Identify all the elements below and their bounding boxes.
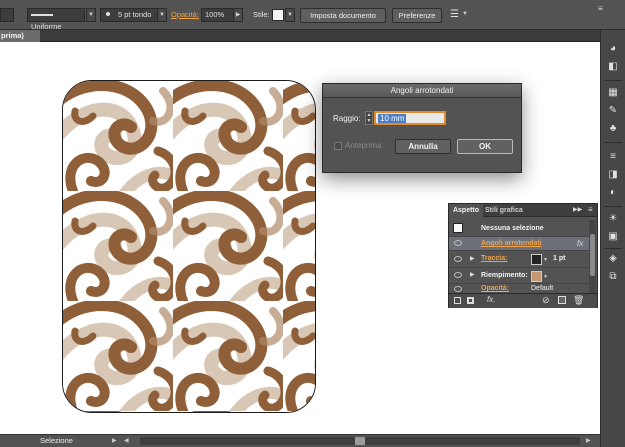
brushes-icon[interactable]: ✎ — [606, 104, 620, 118]
horizontal-scrollbar[interactable] — [140, 437, 580, 445]
expand-triangle-icon[interactable]: ▶ — [470, 271, 475, 278]
radius-stepper[interactable]: ▲ ▼ — [365, 111, 373, 125]
stroke-swatch[interactable] — [531, 254, 542, 265]
visibility-eye-icon[interactable] — [454, 286, 462, 292]
panel-menu-icon[interactable]: ≡ — [598, 4, 603, 13]
selection-thumbnail — [453, 223, 463, 233]
appearance-row-opacity[interactable]: Opacità: Default — [449, 284, 589, 293]
fill-swatch-chevron-icon[interactable]: ▼ — [543, 274, 548, 280]
visibility-eye-icon[interactable] — [454, 256, 462, 262]
color-panel-icon[interactable]: ◕ — [606, 42, 620, 56]
stroke-weight-value: 1 pt — [553, 255, 566, 262]
tab-aspetto[interactable]: Aspetto — [449, 204, 483, 217]
stroke-profile-dropdown[interactable]: Uniforme — [27, 8, 85, 31]
stroke-profile-chevron-icon[interactable]: ▼ — [86, 8, 96, 22]
dock-divider — [604, 206, 622, 207]
arrange-documents-icon[interactable]: ☰ — [450, 9, 459, 20]
dock-divider — [604, 142, 622, 143]
cancel-button[interactable]: Annulla — [395, 139, 451, 154]
preview-label[interactable]: Anteprima — [345, 141, 381, 150]
arrange-chevron-icon[interactable]: ▼ — [462, 11, 468, 17]
document-tab[interactable]: prima) — [0, 30, 40, 42]
transparency-icon[interactable]: ◐ — [606, 186, 620, 200]
dock-divider — [604, 80, 622, 81]
swirl-pattern — [63, 81, 315, 412]
style-swatch[interactable] — [272, 9, 284, 21]
appearance-header-row: Nessuna selezione — [449, 220, 589, 237]
style-chevron-icon[interactable]: ▼ — [285, 8, 295, 22]
symbols-icon[interactable]: ♣ — [606, 122, 620, 136]
tab-stili-grafica[interactable]: Stili grafica — [485, 204, 523, 217]
stroke-link[interactable]: Traccia: — [481, 252, 507, 266]
add-effect-icon[interactable]: fx. — [487, 295, 495, 304]
radius-value: 10 mm — [378, 114, 407, 123]
stroke-line-icon — [31, 14, 53, 17]
effect-link[interactable]: Angoli arrotondati — [481, 237, 542, 251]
rounded-rectangle-artwork[interactable] — [62, 80, 316, 413]
appearance-row-effect[interactable]: Angoli arrotondati fx — [449, 237, 589, 251]
new-stroke-icon[interactable] — [467, 297, 474, 304]
swatches-icon[interactable]: ▦ — [606, 86, 620, 100]
brush-value: 5 pt tondo — [118, 10, 152, 19]
brush-dot-icon — [106, 12, 110, 16]
brush-chevron-icon[interactable]: ▼ — [157, 8, 167, 22]
right-panel-dock: ◕ ◧ ▦ ✎ ♣ ≡ ◨ ◐ ☀ ▣ ◈ ⧉ — [600, 30, 625, 447]
status-chevron-icon[interactable]: ▶ — [112, 437, 117, 444]
opacity-link[interactable]: Opacità: — [481, 284, 509, 293]
graphic-styles-icon[interactable]: ▣ — [606, 230, 620, 244]
radius-input[interactable]: 10 mm — [374, 111, 446, 125]
radius-label: Raggio: — [333, 114, 361, 123]
dock-divider — [604, 248, 622, 249]
visibility-eye-icon[interactable] — [454, 240, 462, 246]
appearance-row-stroke[interactable]: ▶ Traccia: ▼ 1 pt — [449, 251, 589, 268]
appearance-icon[interactable]: ☀ — [606, 212, 620, 226]
document-setup-button[interactable]: Imposta documento — [300, 8, 386, 23]
collapse-panel-icon[interactable]: ▶▶ — [573, 206, 582, 213]
stroke-swatch[interactable] — [0, 8, 14, 22]
artboards-icon[interactable]: ⧉ — [606, 270, 620, 284]
style-label: Stile: — [253, 10, 270, 19]
current-tool-label: Selezione — [40, 436, 73, 445]
document-tab-bar — [0, 30, 600, 42]
stroke-panel-icon[interactable]: ≡ — [606, 150, 620, 164]
clear-appearance-icon[interactable]: ⊘ — [542, 295, 550, 306]
visibility-eye-icon[interactable] — [454, 272, 462, 278]
scrollbar-thumb[interactable] — [355, 437, 365, 445]
stroke-swatch-chevron-icon[interactable]: ▼ — [543, 257, 548, 263]
duplicate-item-icon[interactable] — [558, 296, 566, 304]
selection-status: Nessuna selezione — [481, 225, 544, 232]
status-bar: ▶ ◀ ▶ — [0, 434, 600, 447]
appearance-row-fill[interactable]: ▶ Riempimento: ▼ — [449, 268, 589, 284]
fill-label: Riempimento: — [481, 272, 528, 279]
dialog-title: Angoli arrotondati — [323, 84, 521, 98]
preview-checkbox[interactable] — [334, 142, 342, 150]
new-art-icon[interactable] — [454, 297, 461, 304]
preferences-button[interactable]: Preferenze — [392, 8, 442, 23]
opacity-value: Default — [531, 285, 554, 292]
opacity-chevron-icon[interactable]: ▶ — [233, 8, 243, 22]
delete-icon[interactable]: 🗑 — [573, 295, 584, 306]
panel-menu-icon[interactable]: ≡ — [588, 205, 593, 214]
panel-scrollbar[interactable] — [589, 220, 596, 293]
gradient-icon[interactable]: ◨ — [606, 168, 620, 182]
expand-triangle-icon[interactable]: ▶ — [470, 255, 475, 262]
fill-swatch[interactable] — [531, 271, 542, 282]
rounded-corners-dialog: Angoli arrotondati Raggio: ▲ ▼ 10 mm Ante… — [322, 83, 522, 173]
panel-bottom-toolbar: fx. ⊘ 🗑 — [449, 293, 597, 308]
ok-button[interactable]: OK — [457, 139, 513, 154]
prev-artboard-icon[interactable]: ◀ — [124, 437, 129, 444]
scrollbar-thumb[interactable] — [590, 234, 595, 276]
color-guide-icon[interactable]: ◧ — [606, 60, 620, 74]
appearance-panel: Aspetto Stili grafica ▶▶ ≡ Nessuna selez… — [448, 203, 598, 308]
scroll-right-icon[interactable]: ▶ — [586, 437, 591, 444]
layers-icon[interactable]: ◈ — [606, 252, 620, 266]
control-bar: Uniforme ▼ 5 pt tondo ▼ Opacità: 100% ▶ … — [0, 0, 625, 31]
fx-icon[interactable]: fx — [577, 239, 583, 248]
opacity-label[interactable]: Opacità: — [171, 10, 199, 20]
